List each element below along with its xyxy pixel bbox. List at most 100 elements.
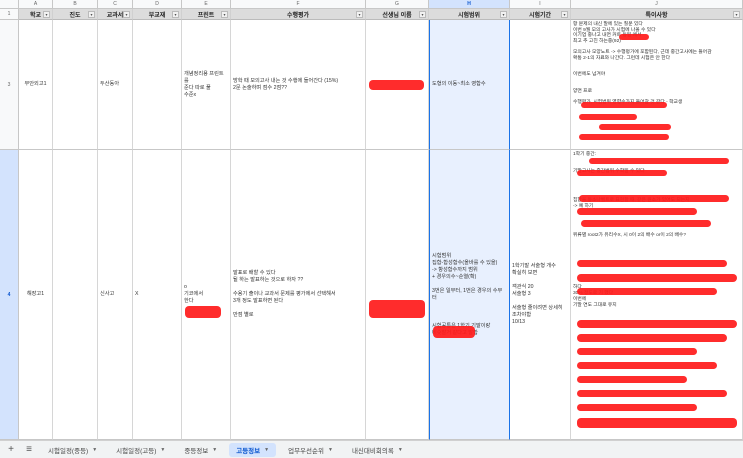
cell-textbook[interactable]: 두산동아 xyxy=(98,20,133,150)
header-label: 부교재 xyxy=(148,12,166,19)
sheet-tab-meeting-notes[interactable]: 내신대비회의록 ▼ xyxy=(345,443,410,457)
redaction-scribble xyxy=(581,102,667,108)
header-label: 시험기간 xyxy=(528,12,552,19)
sheet-tab-exam-schedule-middle[interactable]: 시험일정(중등) ▼ xyxy=(41,443,104,457)
redaction-scribble xyxy=(579,134,669,140)
redaction-scribble xyxy=(577,320,737,328)
column-letter-i[interactable]: I xyxy=(510,0,571,9)
filter-dropdown-icon[interactable]: ▾ xyxy=(733,11,740,18)
header-cell-exam-range[interactable]: 시험범위 ▾ xyxy=(429,9,510,20)
column-letter-e[interactable]: E xyxy=(182,0,231,9)
redaction-scribble xyxy=(577,404,697,411)
filter-dropdown-icon[interactable]: ▾ xyxy=(88,11,95,18)
cell-progress[interactable] xyxy=(53,150,98,440)
header-cell-progress[interactable]: 진도 ▾ xyxy=(53,9,98,20)
filter-dropdown-icon[interactable]: ▾ xyxy=(561,11,568,18)
chevron-down-icon[interactable]: ▼ xyxy=(212,447,217,453)
column-letter-d[interactable]: D xyxy=(133,0,182,9)
cell-progress[interactable] xyxy=(53,20,98,150)
filter-dropdown-icon[interactable]: ▾ xyxy=(123,11,130,18)
column-letter-f[interactable]: F xyxy=(231,0,366,9)
column-letter-h[interactable]: H xyxy=(429,0,510,9)
header-cell-print[interactable]: 프린트 ▾ xyxy=(182,9,231,20)
header-cell-exam-period[interactable]: 시험기간 ▾ xyxy=(510,9,571,20)
redaction-scribble xyxy=(577,208,697,215)
cell-print[interactable]: 개념정리용 프린트를 준다 따로 풀 수준x xyxy=(182,20,231,150)
chevron-down-icon[interactable]: ▼ xyxy=(264,447,269,453)
plus-icon[interactable]: + xyxy=(4,443,18,457)
filter-dropdown-icon[interactable]: ▾ xyxy=(419,11,426,18)
column-letter-a[interactable]: A xyxy=(19,0,53,9)
header-cell-subbook[interactable]: 부교재 ▾ xyxy=(133,9,182,20)
tab-label: 내신대비회의록 xyxy=(351,447,394,455)
row-number[interactable]: 3 xyxy=(0,20,19,150)
spreadsheet-grid: A B C D E F G H I J 1 3 4 학교 ▾ 진도 ▾ 교과서 ▾ 부… xyxy=(0,0,743,440)
cell-performance[interactable]: 방학 때 모의고사 내는 것 수행에 들어간다 (15%) 2문 논술하며 점수… xyxy=(231,20,366,150)
redaction-scribble xyxy=(599,124,671,130)
filter-dropdown-icon[interactable]: ▾ xyxy=(356,11,363,18)
cell-notes[interactable]: 항 문제의 내신 말에 있는 질문 있다 이번 9월 모의 고사가 시험에 나올… xyxy=(571,20,743,150)
header-cell-textbook[interactable]: 교과서 ▾ xyxy=(98,9,133,20)
header-label: 교과서 xyxy=(106,12,124,19)
sheet-tab-high-info[interactable]: 고등정보 ▼ xyxy=(229,442,277,457)
sheet-tab-middle-info[interactable]: 중등정보 ▼ xyxy=(177,443,224,457)
cell-teacher[interactable] xyxy=(366,20,429,150)
tab-label: 업무우선순위 xyxy=(288,447,324,455)
redaction-scribble xyxy=(589,158,729,164)
row-number[interactable]: 1 xyxy=(0,9,19,20)
chevron-down-icon[interactable]: ▼ xyxy=(398,447,403,453)
header-cell-school[interactable]: 학교 ▾ xyxy=(19,9,53,20)
chevron-down-icon[interactable]: ▼ xyxy=(160,447,165,453)
header-cell-performance[interactable]: 수행평가 ▾ xyxy=(231,9,366,20)
cell-exam-period[interactable] xyxy=(510,20,571,150)
redaction-scribble xyxy=(577,390,727,397)
header-cell-teacher[interactable]: 선생님 이름 ▾ xyxy=(366,9,429,20)
table-row: 부안외고1 두산동아 개념정리용 프린트를 준다 따로 풀 수준x 방학 때 모… xyxy=(19,20,743,150)
cell-school[interactable]: 해장고1 xyxy=(19,150,53,440)
column-letter-c[interactable]: C xyxy=(98,0,133,9)
hamburger-menu-icon[interactable]: ≡ xyxy=(22,443,36,457)
cell-subbook[interactable] xyxy=(133,20,182,150)
sheet-tab-task-priority[interactable]: 업무우선순위 ▼ xyxy=(281,443,340,457)
header-cell-notes[interactable]: 특이사항 ▾ xyxy=(571,9,743,20)
cell-subbook[interactable]: X xyxy=(133,150,182,440)
filter-dropdown-icon[interactable]: ▾ xyxy=(500,11,507,18)
redaction-scribble xyxy=(577,334,727,342)
cell-textbook[interactable]: 신사고 xyxy=(98,150,133,440)
header-label: 진도 xyxy=(69,12,81,19)
cell-exam-range[interactable]: 시험범위 집합-합성함수(올바를 수 있을) -> 항성함수까지 범위 + 경우… xyxy=(429,150,510,440)
filter-dropdown-icon[interactable]: ▾ xyxy=(43,11,50,18)
row-number[interactable]: 4 xyxy=(0,150,19,440)
column-letter-g[interactable]: G xyxy=(366,0,429,9)
header-label: 학교 xyxy=(29,12,42,19)
redaction-scribble xyxy=(577,348,697,355)
sheet-tab-bar: + ≡ 시험일정(중등) ▼ 시험일정(고등) ▼ 중등정보 ▼ 고등정보 ▼ 업무우선… xyxy=(0,440,743,458)
column-letter-j[interactable]: J xyxy=(571,0,743,9)
chevron-down-icon[interactable]: ▼ xyxy=(92,447,97,453)
chevron-down-icon[interactable]: ▼ xyxy=(328,447,333,453)
tab-label: 시험일정(고등) xyxy=(116,447,157,455)
cell-teacher[interactable] xyxy=(366,150,429,440)
sheet-tab-exam-schedule-high[interactable]: 시험일정(고등) ▼ xyxy=(109,443,172,457)
header-label: 특이사항 xyxy=(645,12,668,19)
cell-notes[interactable]: 1학기 중간: 기말고사는 중간범위 수학일 수 있다 집합을 동소나벨트로 표… xyxy=(571,150,743,440)
cell-school[interactable]: 부안외고1 xyxy=(19,20,53,150)
cell-exam-period[interactable]: 1학기말 서술형 개수 확실히 보면 객관식 20 서술형 3 서술형 줄이려면… xyxy=(510,150,571,440)
redaction-scribble xyxy=(185,306,221,318)
redaction-scribble xyxy=(577,418,737,428)
column-letter-b[interactable]: B xyxy=(53,0,98,9)
cell-performance[interactable]: 발표로 배할 수 있다 될 하는 발표하는 것으로 하자 ?? 수용기 출이나 … xyxy=(231,150,366,440)
cell-exam-range[interactable]: 도형의 이동~최소 영합수 xyxy=(429,20,510,150)
print-text: o 기코에서 한다 xyxy=(184,284,204,304)
redaction-scribble xyxy=(577,274,737,282)
redaction-scribble xyxy=(581,220,711,227)
cell-print[interactable]: o 기코에서 한다 xyxy=(182,150,231,440)
redaction-scribble xyxy=(369,80,424,90)
header-row: 학교 ▾ 진도 ▾ 교과서 ▾ 부교재 ▾ 프린트 ▾ 수행평가 ▾ 선생님 이름 ▾ 시험범… xyxy=(19,9,743,20)
redaction-scribble xyxy=(577,362,717,369)
redaction-scribble xyxy=(619,34,649,40)
filter-dropdown-icon[interactable]: ▾ xyxy=(172,11,179,18)
tab-label: 고등정보 xyxy=(236,447,261,455)
filter-dropdown-icon[interactable]: ▾ xyxy=(221,11,228,18)
select-all-corner[interactable] xyxy=(0,0,19,9)
